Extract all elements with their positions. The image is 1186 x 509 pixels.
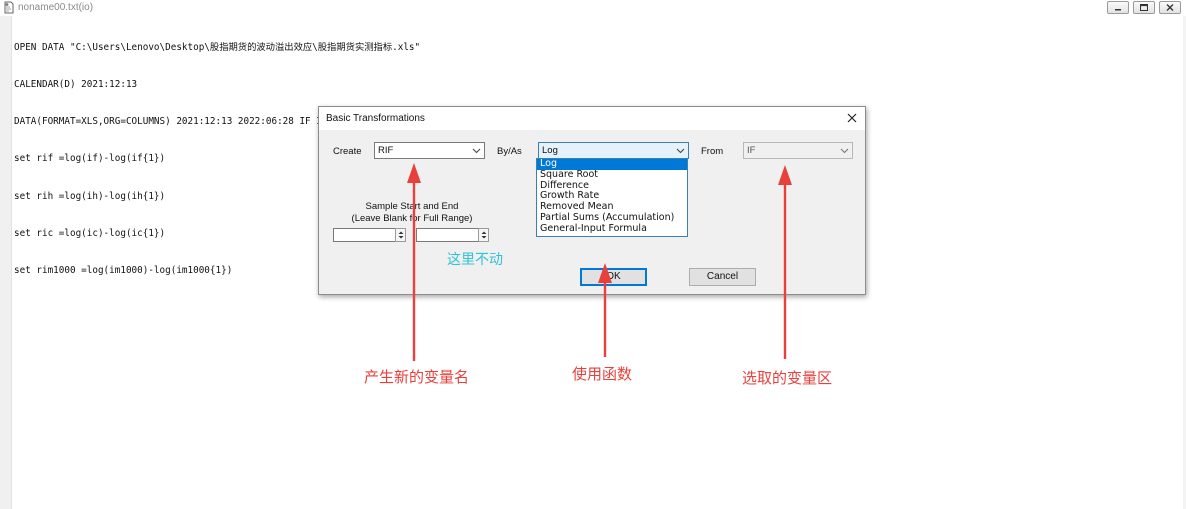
restore-button[interactable] — [1133, 1, 1155, 14]
minimize-button[interactable] — [1107, 1, 1129, 14]
close-icon — [1166, 4, 1174, 11]
sample-end-spinner[interactable] — [478, 228, 489, 242]
note-use-function: 使用函数 — [572, 365, 633, 383]
by-as-combo[interactable]: Log — [538, 142, 689, 159]
dropdown-option-square-root[interactable]: Square Root — [537, 169, 687, 181]
note-no-change: 这里不动 — [447, 252, 503, 268]
note-create-variable: 产生新的变量名 — [364, 368, 470, 386]
chevron-down-icon — [472, 148, 481, 154]
close-icon[interactable] — [845, 111, 859, 125]
from-combo[interactable]: IF — [743, 142, 853, 159]
window-title: noname00.txt(io) — [18, 2, 94, 13]
cancel-button[interactable]: Cancel — [689, 268, 756, 286]
spin-arrows-icon — [481, 231, 487, 239]
from-value: IF — [747, 145, 756, 156]
editor-gutter — [0, 16, 12, 509]
sample-start-input[interactable] — [333, 228, 396, 242]
create-value: RIF — [378, 145, 394, 156]
note-source-variable: 选取的变量区 — [742, 369, 833, 387]
by-as-value: Log — [542, 145, 558, 156]
sample-end-input[interactable] — [416, 228, 479, 242]
create-label: Create — [333, 146, 362, 157]
code-line: OPEN DATA "C:\Users\Lenovo\Desktop\股指期货的… — [14, 41, 421, 53]
restore-icon — [1140, 4, 1148, 11]
program-icon — [4, 1, 14, 14]
create-arrow-icon — [407, 163, 421, 361]
function-arrow-icon — [598, 263, 612, 357]
from-arrow-icon — [778, 165, 792, 359]
dialog-title-bar: Basic Transformations — [319, 107, 865, 130]
by-as-label: By/As — [497, 146, 522, 157]
window-title-bar: noname00.txt(io) — [0, 0, 1186, 16]
minimize-icon — [1115, 9, 1121, 11]
window-close-button[interactable] — [1159, 1, 1181, 14]
from-label: From — [701, 146, 724, 157]
chevron-down-icon — [840, 148, 849, 154]
dropdown-option-general-input-formula[interactable]: General-Input Formula — [537, 223, 687, 235]
chevron-down-icon — [676, 148, 685, 154]
dialog-title: Basic Transformations — [326, 113, 425, 124]
create-combo[interactable]: RIF — [374, 142, 485, 159]
by-as-dropdown-list[interactable]: Log Square Root Difference Growth Rate R… — [536, 158, 688, 237]
code-line: CALENDAR(D) 2021:12:13 — [14, 79, 138, 91]
